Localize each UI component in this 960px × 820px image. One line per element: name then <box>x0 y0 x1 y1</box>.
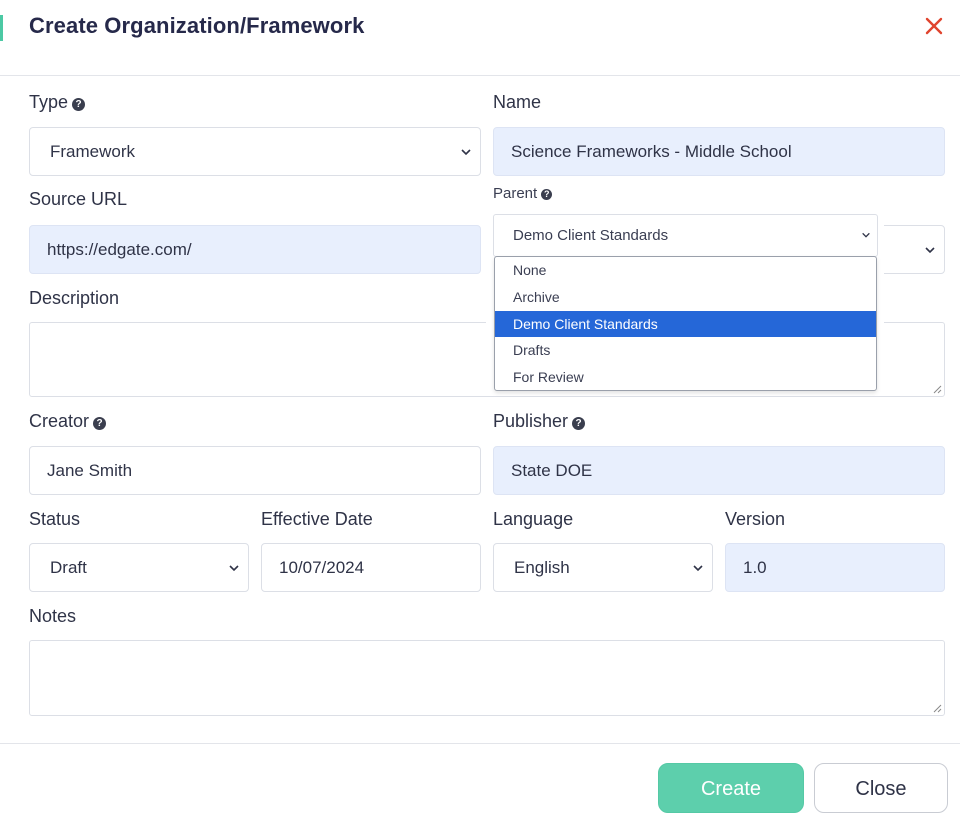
effective-date-input[interactable]: 10/07/2024 <box>261 543 481 592</box>
name-input[interactable]: Science Frameworks - Middle School <box>493 127 945 176</box>
creator-label: Creator? <box>29 411 107 432</box>
create-framework-dialog: Create Organization/Framework Type? Fram… <box>0 0 960 820</box>
source-url-input[interactable]: https://edgate.com/ <box>29 225 481 274</box>
status-label: Status <box>29 509 81 529</box>
source-url-label: Source URL <box>29 189 128 209</box>
dialog-title: Create Organization/Framework <box>29 13 365 38</box>
create-button[interactable]: Create <box>658 763 804 813</box>
dialog-header: Create Organization/Framework <box>0 0 960 76</box>
close-button[interactable]: Close <box>814 763 948 813</box>
status-select[interactable]: Draft <box>29 543 249 592</box>
resize-grip-icon[interactable] <box>932 703 942 713</box>
parent-select[interactable]: Demo Client Standards <box>493 214 878 257</box>
chevron-down-icon <box>862 232 870 238</box>
creator-help-icon[interactable]: ? <box>93 417 107 430</box>
parent-option-archive[interactable]: Archive <box>495 284 876 311</box>
type-label: Type? <box>29 92 86 113</box>
parent-option-none[interactable]: None <box>495 257 876 284</box>
resize-grip-icon[interactable] <box>932 384 942 394</box>
version-input[interactable]: 1.0 <box>725 543 945 592</box>
chevron-down-icon <box>229 565 239 572</box>
header-accent-bar <box>0 15 3 41</box>
type-select[interactable]: Framework <box>29 127 481 176</box>
name-label: Name <box>493 92 542 112</box>
publisher-input[interactable]: State DOE <box>493 446 945 495</box>
creator-input[interactable]: Jane Smith <box>29 446 481 495</box>
publisher-help-icon[interactable]: ? <box>572 417 586 430</box>
parent-label: Parent? <box>493 185 553 202</box>
language-select[interactable]: English <box>493 543 713 592</box>
chevron-down-icon <box>461 149 471 156</box>
parent-option-for-review[interactable]: For Review <box>495 364 876 390</box>
publisher-label: Publisher? <box>493 411 586 432</box>
version-label: Version <box>725 509 786 529</box>
effective-date-label: Effective Date <box>261 509 373 529</box>
close-x-icon[interactable] <box>920 12 948 40</box>
notes-label: Notes <box>29 606 77 626</box>
notes-textarea[interactable] <box>29 640 945 716</box>
parent-option-drafts[interactable]: Drafts <box>495 337 876 364</box>
language-label: Language <box>493 509 574 529</box>
parent-options-list: None Archive Demo Client Standards Draft… <box>494 256 877 391</box>
chevron-down-icon <box>925 247 935 254</box>
chevron-down-icon <box>693 565 703 572</box>
description-label: Description <box>29 288 120 308</box>
parent-option-demo-client-standards[interactable]: Demo Client Standards <box>495 310 876 338</box>
footer-divider <box>0 743 960 744</box>
parent-help-icon[interactable]: ? <box>541 189 553 200</box>
type-help-icon[interactable]: ? <box>72 98 86 111</box>
